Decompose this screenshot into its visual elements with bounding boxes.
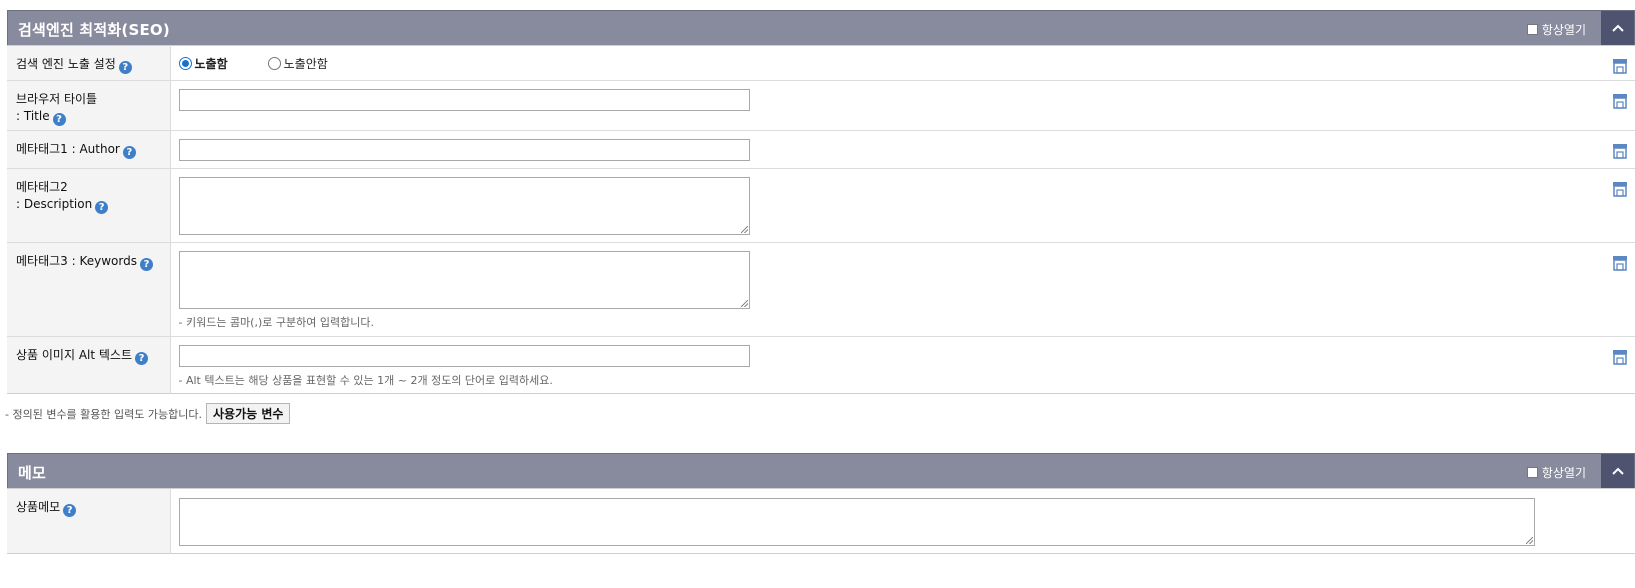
always-open-checkbox[interactable] [1526, 24, 1538, 35]
row-field [170, 168, 1635, 243]
label-text: 메타태그2 [16, 180, 68, 194]
label-text: : Title [16, 109, 50, 123]
storefront-icon[interactable] [1612, 143, 1628, 159]
title-input[interactable] [178, 89, 750, 111]
storefront-icon[interactable] [1612, 255, 1628, 271]
radio-hide-label[interactable]: 노출안함 [284, 55, 328, 72]
row-field [170, 130, 1635, 169]
resize-grip-icon[interactable] [1525, 537, 1533, 544]
row-author: 메타태그1 : Author? [7, 130, 1635, 169]
row-field: 노출함 노출안함 [170, 45, 1635, 81]
section-title: 검색엔진 최적화(SEO) [18, 21, 170, 39]
variables-note-text: - 정의된 변수를 활용한 입력도 가능합니다. [5, 407, 202, 421]
author-input[interactable] [178, 139, 750, 161]
storefront-icon[interactable] [1612, 349, 1628, 365]
keywords-hint: - 키워드는 콤마(,)로 구분하여 입력합니다. [178, 316, 374, 329]
label-text: 브라우저 타이틀 [16, 92, 98, 106]
description-textarea[interactable] [178, 177, 750, 235]
radio-expose-label[interactable]: 노출함 [195, 55, 228, 72]
row-label: 메타태그1 : Author? [7, 130, 171, 169]
resize-grip-icon[interactable] [740, 226, 748, 233]
chevron-up-icon [1611, 467, 1624, 475]
memo-section-header: 메모 항상열기 [7, 453, 1635, 489]
label-text: 검색 엔진 노출 설정 [16, 57, 116, 71]
alt-text-hint: - Alt 텍스트는 해당 상품을 표현할 수 있는 1개 ~ 2개 정도의 단… [178, 374, 553, 387]
section-title: 메모 [18, 464, 47, 482]
storefront-icon[interactable] [1612, 58, 1628, 74]
label-text: 메타태그3 : Keywords [16, 254, 137, 268]
resize-grip-icon[interactable] [740, 300, 748, 307]
always-open-checkbox[interactable] [1526, 467, 1538, 478]
available-variables-button[interactable]: 사용가능 변수 [206, 403, 291, 424]
always-open-toggle[interactable]: 항상열기 [1526, 21, 1586, 38]
label-text: : Description [16, 197, 93, 211]
help-icon[interactable]: ? [52, 113, 66, 126]
help-icon[interactable]: ? [118, 61, 132, 74]
storefront-icon[interactable] [1612, 93, 1628, 109]
collapse-button[interactable] [1601, 454, 1634, 488]
row-field: - Alt 텍스트는 해당 상품을 표현할 수 있는 1개 ~ 2개 정도의 단… [170, 337, 1635, 394]
exposure-radio-group: 노출함 노출안함 [178, 46, 1635, 80]
row-alt-text: 상품 이미지 Alt 텍스트? - Alt 텍스트는 해당 상품을 표현할 수 … [7, 336, 1635, 394]
help-icon[interactable]: ? [95, 201, 109, 214]
row-label: 상품 이미지 Alt 텍스트? [7, 336, 171, 394]
chevron-up-icon [1611, 24, 1624, 32]
label-text: 상품메모 [16, 500, 61, 514]
keywords-textarea[interactable] [178, 251, 750, 309]
row-field: - 키워드는 콤마(,)로 구분하여 입력합니다. [170, 242, 1635, 337]
seo-section-header: 검색엔진 최적화(SEO) 항상열기 [7, 10, 1635, 46]
help-icon[interactable]: ? [122, 146, 136, 159]
row-field [170, 80, 1635, 131]
row-title: 브라우저 타이틀 : Title? [7, 80, 1635, 131]
row-keywords: 메타태그3 : Keywords? - 키워드는 콤마(,)로 구분하여 입력합… [7, 242, 1635, 337]
row-label: 메타태그3 : Keywords? [7, 242, 171, 337]
variables-note: - 정의된 변수를 활용한 입력도 가능합니다. 사용가능 변수 [5, 403, 291, 424]
row-description: 메타태그2 : Description? [7, 168, 1635, 243]
row-label: 상품메모? [7, 488, 171, 554]
row-exposure: 검색 엔진 노출 설정? 노출함 노출안함 [7, 45, 1635, 81]
label-text: 상품 이미지 Alt 텍스트 [16, 348, 133, 362]
seo-form-table: 검색 엔진 노출 설정? 노출함 노출안함 브라우저 타이틀 : Title? … [7, 45, 1635, 394]
collapse-button[interactable] [1601, 11, 1634, 45]
help-icon[interactable]: ? [63, 504, 77, 517]
row-label: 검색 엔진 노출 설정? [7, 45, 171, 81]
always-open-label: 항상열기 [1541, 466, 1586, 480]
radio-hide[interactable] [267, 56, 281, 70]
product-memo-textarea[interactable] [178, 498, 1535, 546]
help-icon[interactable]: ? [139, 258, 153, 271]
row-product-memo: 상품메모? [7, 488, 1635, 554]
always-open-label: 항상열기 [1541, 23, 1586, 37]
row-label: 메타태그2 : Description? [7, 168, 171, 243]
always-open-toggle[interactable]: 항상열기 [1526, 464, 1586, 481]
help-icon[interactable]: ? [135, 352, 149, 365]
radio-expose[interactable] [178, 56, 192, 70]
row-label: 브라우저 타이틀 : Title? [7, 80, 171, 131]
alt-text-input[interactable] [178, 345, 750, 367]
row-field [170, 489, 1635, 554]
memo-form-table: 상품메모? [7, 488, 1635, 554]
storefront-icon[interactable] [1612, 181, 1628, 197]
label-text: 메타태그1 : Author [16, 142, 120, 156]
